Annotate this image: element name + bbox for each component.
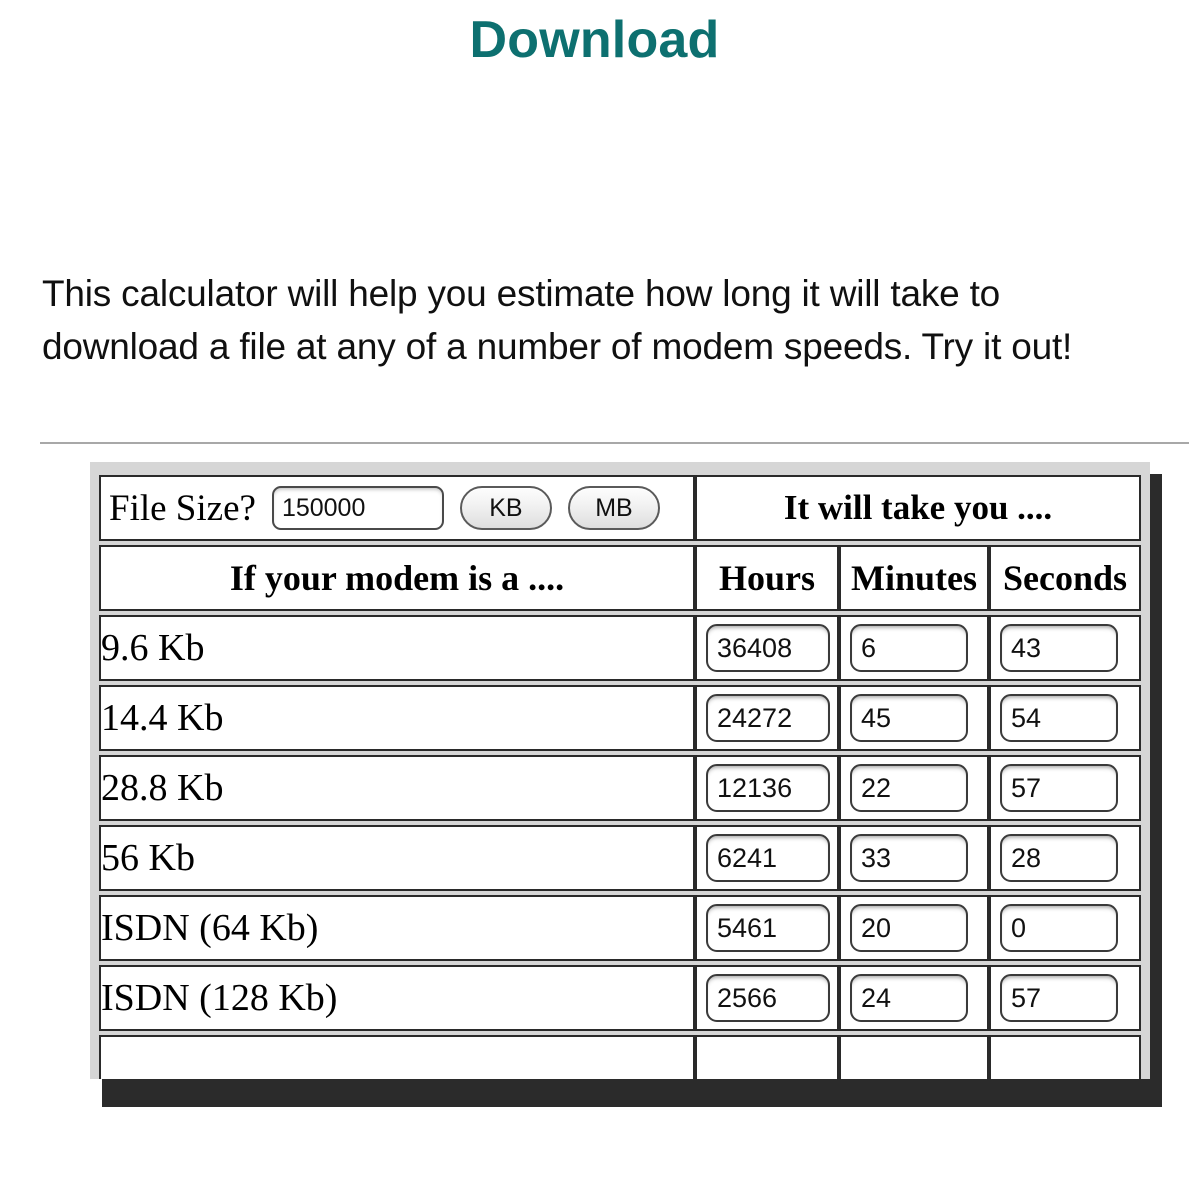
seconds-input[interactable] (1000, 624, 1118, 672)
hours-cell-partial (695, 1035, 839, 1079)
seconds-cell (989, 685, 1142, 751)
seconds-input[interactable] (1000, 834, 1118, 882)
filesize-input[interactable] (271, 486, 444, 530)
calculator-table: File Size? KB MB It will take you .... I… (99, 471, 1142, 1079)
hours-input[interactable] (706, 764, 830, 812)
table-row: ISDN (128 Kb) (99, 965, 1142, 1031)
modem-label: 28.8 Kb (99, 755, 695, 821)
seconds-cell (989, 615, 1142, 681)
result-heading-cell: It will take you .... (695, 475, 1142, 541)
minutes-input[interactable] (850, 904, 968, 952)
modem-column-header: If your modem is a .... (99, 545, 695, 611)
hours-cell (695, 615, 839, 681)
hours-input[interactable] (706, 904, 830, 952)
minutes-input[interactable] (850, 694, 968, 742)
seconds-cell (989, 895, 1142, 961)
intro-paragraph: This calculator will help you estimate h… (42, 273, 1073, 367)
seconds-input[interactable] (1000, 974, 1118, 1022)
minutes-input[interactable] (850, 834, 968, 882)
column-header-row: If your modem is a .... Hours Minutes Se… (99, 545, 1142, 611)
modem-label: 9.6 Kb (99, 615, 695, 681)
minutes-cell (839, 965, 989, 1031)
minutes-cell (839, 615, 989, 681)
seconds-cell (989, 825, 1142, 891)
seconds-input[interactable] (1000, 904, 1118, 952)
hours-cell (695, 965, 839, 1031)
minutes-input[interactable] (850, 974, 968, 1022)
minutes-input[interactable] (850, 624, 968, 672)
minutes-cell-partial (839, 1035, 989, 1079)
unit-kb-button[interactable]: KB (459, 486, 552, 530)
minutes-cell (839, 825, 989, 891)
hours-input[interactable] (706, 694, 830, 742)
seconds-input[interactable] (1000, 764, 1118, 812)
filesize-label: File Size? (109, 487, 256, 529)
minutes-cell (839, 895, 989, 961)
modem-label: ISDN (64 Kb) (99, 895, 695, 961)
unit-mb-button[interactable]: MB (567, 486, 660, 530)
download-calculator: File Size? KB MB It will take you .... I… (90, 462, 1162, 1107)
filesize-row: File Size? KB MB It will take you .... (99, 475, 1142, 541)
table-row: 56 Kb (99, 825, 1142, 891)
table-row: ISDN (64 Kb) (99, 895, 1142, 961)
hours-cell (695, 685, 839, 751)
minutes-column-header: Minutes (839, 545, 989, 611)
hours-cell (695, 755, 839, 821)
result-heading: It will take you .... (783, 488, 1053, 527)
hours-cell (695, 895, 839, 961)
table-row-partial (99, 1035, 1142, 1079)
table-row: 9.6 Kb (99, 615, 1142, 681)
modem-label-partial (99, 1035, 695, 1079)
table-row: 28.8 Kb (99, 755, 1142, 821)
hours-cell (695, 825, 839, 891)
modem-label: ISDN (128 Kb) (99, 965, 695, 1031)
table-row: 14.4 Kb (99, 685, 1142, 751)
seconds-cell-partial (989, 1035, 1142, 1079)
minutes-cell (839, 685, 989, 751)
minutes-cell (839, 755, 989, 821)
hours-column-header: Hours (695, 545, 839, 611)
minutes-input[interactable] (850, 764, 968, 812)
seconds-cell (989, 965, 1142, 1031)
modem-label: 14.4 Kb (99, 685, 695, 751)
intro-paragraph-container: This calculator will help you estimate h… (42, 268, 1152, 373)
calculator-frame: File Size? KB MB It will take you .... I… (90, 462, 1150, 1079)
modem-label: 56 Kb (99, 825, 695, 891)
page-title: Download (469, 11, 720, 69)
hours-input[interactable] (706, 834, 830, 882)
filesize-cell: File Size? KB MB (99, 475, 695, 541)
seconds-cell (989, 755, 1142, 821)
seconds-input[interactable] (1000, 694, 1118, 742)
seconds-column-header: Seconds (989, 545, 1142, 611)
hours-input[interactable] (706, 624, 830, 672)
hours-input[interactable] (706, 974, 830, 1022)
section-divider (40, 442, 1189, 444)
